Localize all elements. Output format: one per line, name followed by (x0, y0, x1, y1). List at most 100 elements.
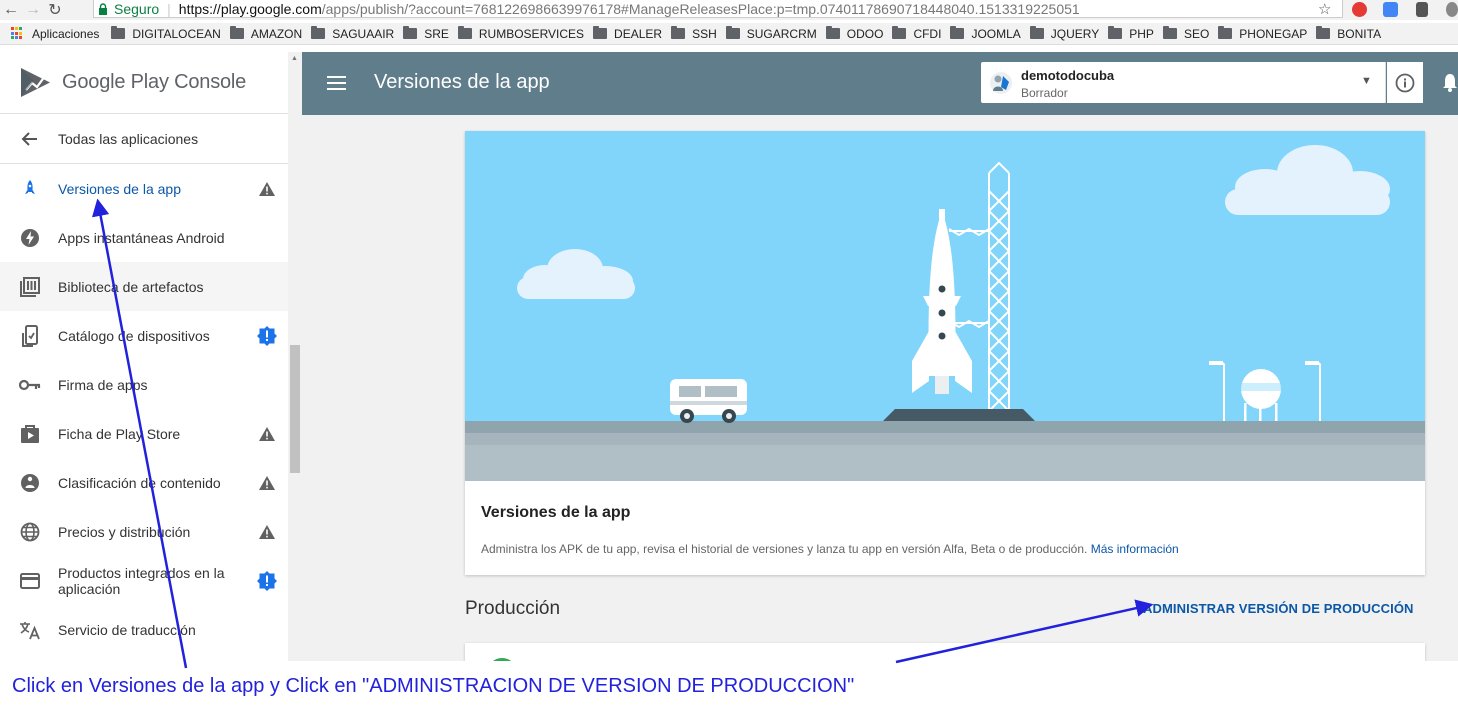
folder-icon (1029, 26, 1044, 39)
address-separator: | (167, 0, 171, 17)
bookmark-folder[interactable]: BONITA (1316, 26, 1382, 41)
url-path: /apps/publish/?account=76812269866399761… (321, 0, 1080, 17)
play-console-logo-icon (21, 68, 50, 97)
star-icon[interactable]: ☆ (1318, 0, 1331, 18)
bookmark-folder[interactable]: AMAZON (229, 26, 303, 41)
bookmark-folder[interactable]: RUMBOSERVICES (457, 26, 584, 41)
sidebar-item-artifact-library[interactable]: Biblioteca de artefactos (0, 262, 288, 311)
bookmark-label: CFDI (913, 26, 942, 41)
folder-icon (111, 26, 126, 39)
key-icon (18, 373, 42, 397)
app-status: Borrador (1021, 86, 1068, 100)
manage-production-button[interactable]: ADMINISTRAR VERSIÓN DE PRODUCCIÓN (1143, 601, 1414, 616)
lock-icon (99, 2, 107, 15)
bookmark-folder[interactable]: SUGARCRM (725, 26, 817, 41)
bookmark-folder[interactable]: PHONEGAP (1218, 26, 1307, 41)
sidebar-item-content-rating[interactable]: Clasificación de contenido (0, 458, 288, 507)
sidebar-item-pricing-distribution[interactable]: Precios y distribución (0, 507, 288, 556)
info-badge-icon (257, 570, 277, 591)
bookmark-label: PHP (1129, 26, 1154, 41)
bookmark-folder[interactable]: PHP (1108, 26, 1154, 41)
app-name: demotodocuba (1021, 68, 1115, 83)
page-title: Versiones de la app (374, 71, 550, 93)
bookmark-apps[interactable]: Aplicaciones (9, 27, 99, 41)
secure-label: Seguro (114, 0, 160, 17)
card-icon (18, 569, 42, 593)
bookmark-folder[interactable]: SRE (403, 26, 449, 41)
bookmark-label: JQUERY (1050, 26, 1100, 41)
info-button[interactable] (1387, 62, 1423, 103)
sidebar-item-translation-service[interactable]: Servicio de traducción (0, 605, 288, 654)
url-host: https://play.google.com (178, 0, 322, 17)
opera-extension-icon[interactable] (1352, 2, 1367, 17)
sidebar-item-in-app-products[interactable]: Productos integrados en la aplicación (0, 556, 288, 605)
folder-icon (725, 26, 740, 39)
bookmarks-bar: Aplicaciones DIGITALOCEAN AMAZON SAGUAAI… (0, 23, 1458, 45)
sidebar-item-device-catalog[interactable]: Catálogo de dispositivos (0, 311, 288, 360)
bookmark-label: AMAZON (250, 26, 303, 41)
reload-icon[interactable]: ↻ (44, 0, 66, 20)
info-badge-icon (257, 325, 277, 346)
sidebar-item-instant-apps[interactable]: Apps instantáneas Android (0, 213, 288, 262)
menu-icon[interactable] (327, 76, 346, 90)
folder-icon (1316, 26, 1331, 39)
sidebar-scroll-thumb[interactable] (290, 345, 300, 473)
releases-card: Versiones de la app Administra los APK d… (465, 131, 1425, 575)
warning-icon (259, 426, 275, 441)
bookmark-folder[interactable]: JOOMLA (950, 26, 1021, 41)
production-section-title: Producción (465, 598, 561, 619)
folder-icon (950, 26, 965, 39)
bookmark-folder[interactable]: DEALER (593, 26, 663, 41)
rocket-launch-illustration (465, 131, 1425, 481)
sidebar-item-store-listing[interactable]: Ficha de Play Store (0, 409, 288, 458)
sidebar-item-label: Catálogo de dispositivos (58, 327, 210, 344)
bookmark-label: JOOMLA (971, 26, 1021, 41)
address-bar[interactable]: Seguro | https://play.google.com/apps/pu… (93, 0, 1343, 18)
sidebar-item-all-apps[interactable]: Todas las aplicaciones (0, 114, 288, 164)
sidebar-item-label: Firma de apps (58, 376, 148, 393)
scroll-up-icon[interactable]: ▲ (291, 55, 298, 62)
notifications-bell-icon[interactable] (1442, 72, 1458, 92)
logo-text: Google Play Console (62, 71, 247, 93)
bookmark-label: DEALER (614, 26, 663, 41)
sidebar-item-app-signing[interactable]: Firma de apps (0, 360, 288, 409)
extension-icon[interactable] (1446, 2, 1458, 17)
bookmark-folder[interactable]: ODOO (825, 26, 883, 41)
arrow-back-icon (18, 127, 42, 151)
card-description-text: Administra los APK de tu app, revisa el … (481, 542, 1088, 556)
more-info-link[interactable]: Más información (1091, 542, 1179, 556)
forward-arrow-icon[interactable]: → (22, 0, 44, 20)
sidebar-item-label: Precios y distribución (58, 523, 191, 540)
bookmark-folder[interactable]: SAGUAAIR (311, 26, 395, 41)
rating-icon (18, 471, 42, 495)
translate-extension-icon[interactable] (1383, 2, 1398, 17)
warning-icon (259, 181, 275, 196)
bookmark-label: BONITA (1337, 26, 1382, 41)
console-logo[interactable]: Google Play Console (0, 52, 288, 114)
sidebar-item-app-releases[interactable]: Versiones de la app (0, 164, 288, 213)
folder-icon (311, 26, 326, 39)
bookmark-label: Aplicaciones (32, 26, 100, 41)
bookmark-folder[interactable]: CFDI (892, 26, 942, 41)
folder-icon (892, 26, 907, 39)
bookmark-folder[interactable]: SEO (1162, 26, 1209, 41)
bookmark-folder[interactable]: JQUERY (1029, 26, 1100, 41)
bookmark-label: SSH (692, 26, 717, 41)
back-arrow-icon[interactable]: ← (0, 0, 22, 20)
device-icon (18, 324, 42, 348)
extension-icon[interactable] (1416, 2, 1428, 17)
bookmark-folder[interactable]: SSH (671, 26, 717, 41)
nav-list: Todas las aplicaciones Versiones de la a… (0, 114, 288, 654)
sidebar-item-label: Servicio de traducción (58, 621, 196, 638)
dropdown-caret-icon: ▼ (1361, 75, 1372, 87)
bookmark-folder[interactable]: DIGITALOCEAN (111, 26, 221, 41)
sidebar-item-label: Versiones de la app (58, 180, 181, 197)
app-selector[interactable]: demotodocuba Borrador ▼ (981, 62, 1386, 103)
app-avatar-icon (990, 72, 1012, 94)
folder-icon (403, 26, 418, 39)
main-content: Versiones de la app Administra los APK d… (302, 115, 1458, 661)
app-header: Versiones de la app demotodocuba Borrado… (302, 52, 1458, 115)
bookmark-label: SAGUAAIR (332, 26, 395, 41)
production-card (465, 643, 1425, 661)
bookmark-label: DIGITALOCEAN (132, 26, 221, 41)
